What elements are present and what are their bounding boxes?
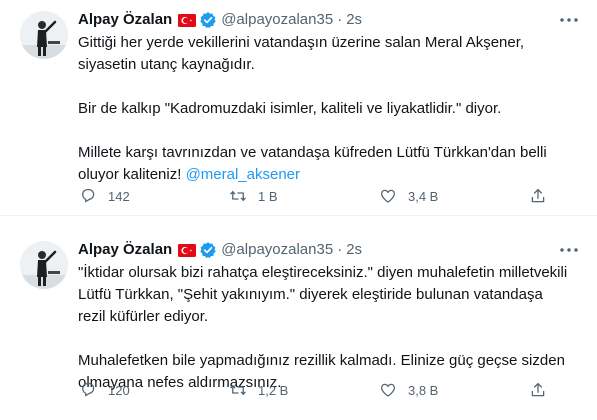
- more-options-icon[interactable]: [557, 238, 581, 262]
- more-options-icon[interactable]: [557, 8, 581, 32]
- share-icon: [528, 380, 548, 400]
- author-handle[interactable]: @alpayozalan35: [221, 240, 333, 260]
- retweet-icon: [228, 186, 248, 206]
- reply-icon: [78, 380, 98, 400]
- verified-badge-icon: [199, 11, 217, 29]
- tweet-paragraph: "İktidar olursak bizi rahatça eleştirece…: [78, 264, 568, 325]
- like-count: 3,8 B: [408, 382, 439, 398]
- reply-count: 120: [108, 382, 130, 398]
- retweet-button[interactable]: 1 B: [228, 186, 338, 206]
- verified-badge-icon: [199, 241, 217, 259]
- author-handle[interactable]: @alpayozalan35: [221, 10, 333, 30]
- like-button[interactable]: 3,4 B: [378, 186, 488, 206]
- separator-dot: ·: [337, 11, 343, 28]
- tweet-actions: 142 1 B 3,4 B: [78, 186, 548, 206]
- like-button[interactable]: 3,8 B: [378, 380, 488, 400]
- tweet[interactable]: Alpay Özalan @alpayozalan35 · 2s Gittiği…: [0, 0, 597, 216]
- timestamp[interactable]: 2s: [346, 240, 362, 260]
- mention-link[interactable]: @meral_aksener: [186, 166, 300, 183]
- reply-button[interactable]: 142: [78, 186, 188, 206]
- separator-dot: ·: [337, 241, 343, 258]
- like-icon: [378, 380, 398, 400]
- share-button[interactable]: [528, 186, 548, 206]
- tweet-header: Alpay Özalan @alpayozalan35 · 2s: [78, 240, 581, 260]
- retweet-icon: [228, 380, 248, 400]
- tweet[interactable]: Alpay Özalan @alpayozalan35 · 2s "İktida…: [0, 216, 597, 420]
- tweet-text: "İktidar olursak bizi rahatça eleştirece…: [78, 262, 573, 394]
- reply-button[interactable]: 120: [78, 380, 188, 400]
- reply-count: 142: [108, 188, 130, 204]
- retweet-count: 1 B: [258, 188, 278, 204]
- avatar[interactable]: [20, 241, 68, 289]
- tweet-actions: 120 1,2 B 3,8 B: [78, 380, 548, 400]
- tweet-paragraph: Gittiği her yerde vekillerini vatandaşın…: [78, 34, 525, 73]
- avatar[interactable]: [20, 11, 68, 59]
- author-name[interactable]: Alpay Özalan: [78, 10, 172, 30]
- like-count: 3,4 B: [408, 188, 439, 204]
- timestamp[interactable]: 2s: [346, 10, 362, 30]
- reply-icon: [78, 186, 98, 206]
- share-icon: [528, 186, 548, 206]
- share-button[interactable]: [528, 380, 548, 400]
- author-name[interactable]: Alpay Özalan: [78, 240, 172, 260]
- like-icon: [378, 186, 398, 206]
- tweet-paragraph: Millete karşı tavrınızdan ve vatandaşa k…: [78, 142, 573, 186]
- tweet-text: Gittiği her yerde vekillerini vatandaşın…: [78, 32, 573, 186]
- retweet-button[interactable]: 1,2 B: [228, 380, 338, 400]
- retweet-count: 1,2 B: [258, 382, 289, 398]
- tweet-paragraph-text: Millete karşı tavrınızdan ve vatandaşa k…: [78, 144, 547, 183]
- tweet-header: Alpay Özalan @alpayozalan35 · 2s: [78, 10, 581, 30]
- tweet-paragraph: Bir de kalkıp "Kadromuzdaki isimler, kal…: [78, 100, 502, 117]
- turkey-flag-icon: [178, 243, 197, 257]
- turkey-flag-icon: [178, 13, 197, 27]
